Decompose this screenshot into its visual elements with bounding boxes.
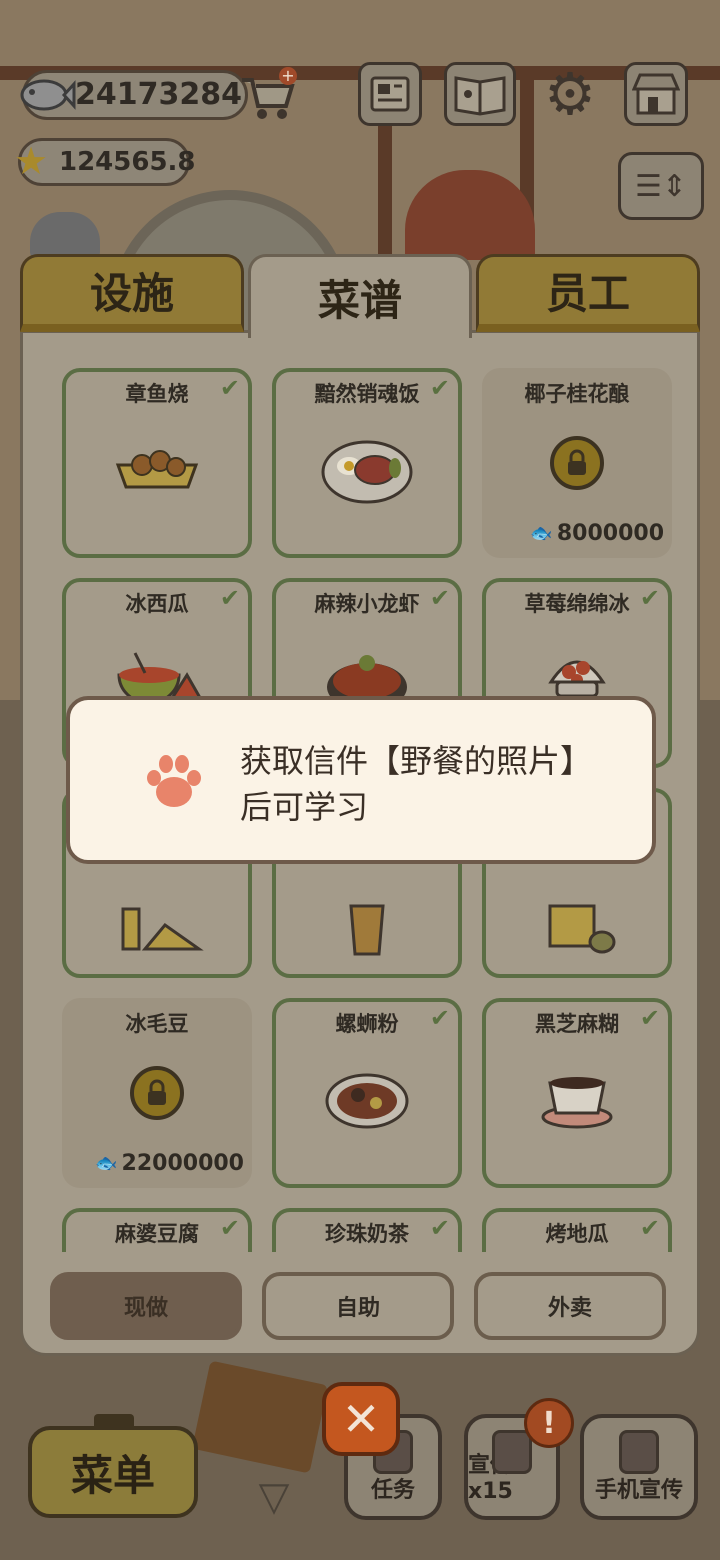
tab-dine-in[interactable]: 现做 <box>50 1272 242 1340</box>
cat-album-button[interactable] <box>444 62 516 126</box>
price-value: 22000000 <box>121 1151 244 1176</box>
paw-icon <box>140 750 204 814</box>
recipe-name: 冰毛豆 <box>125 1012 189 1036</box>
fish-coin-icon: 🐟 <box>530 523 553 544</box>
phone-promo-label: 手机宣传 <box>594 1478 683 1503</box>
learned-check-icon: ✔ <box>429 584 450 612</box>
learned-check-icon: ✔ <box>219 584 240 612</box>
learned-check-icon: ✔ <box>429 374 450 402</box>
learned-check-icon: ✔ <box>639 1004 660 1032</box>
learned-check-icon: ✔ <box>429 1004 450 1032</box>
recipe-card[interactable]: 烤地瓜 ✔ <box>482 1208 672 1252</box>
sesame-paste-icon <box>522 1058 632 1142</box>
phone-promote-button[interactable]: 手机宣传 <box>580 1414 698 1520</box>
newspaper-icon <box>370 76 410 112</box>
takoyaki-icon <box>102 428 212 512</box>
sort-toggle-button[interactable]: ☰⇕ <box>618 152 704 220</box>
task-label: 任务 <box>370 1478 415 1503</box>
popup-line-1: 获取信件【野餐的照片】 <box>240 742 593 780</box>
recipe-card[interactable]: 章鱼烧 ✔ <box>62 368 252 558</box>
settings-gear-icon[interactable]: ⚙ <box>538 60 602 128</box>
luosifen-icon <box>312 1058 422 1142</box>
storefront-icon <box>632 73 680 115</box>
shop-cart-button[interactable]: + <box>238 66 300 124</box>
recipe-card-locked[interactable]: 冰毛豆 🐟 22000000 <box>62 998 252 1188</box>
paw-book-icon <box>454 76 506 116</box>
price-value: 8000000 <box>556 521 664 546</box>
recipe-card[interactable]: 螺蛳粉 ✔ <box>272 998 462 1188</box>
recipe-card[interactable]: 黑芝麻糊 ✔ <box>482 998 672 1188</box>
tab-self-service[interactable]: 自助 <box>262 1272 454 1340</box>
drink-icon <box>312 888 422 972</box>
recipe-name: 椰子桂花酿 <box>524 382 630 406</box>
tab-staff[interactable]: 员工 <box>476 254 700 332</box>
char-siu-rice-icon <box>312 428 422 512</box>
recipe-card[interactable]: 珍珠奶茶 ✔ <box>272 1208 462 1252</box>
fish-coin-icon: 🐟 <box>95 1153 118 1174</box>
learned-check-icon: ✔ <box>429 1214 450 1242</box>
padlock-icon <box>130 1066 184 1120</box>
close-icon[interactable]: ✕ <box>322 1382 400 1456</box>
unlock-price: 🐟 8000000 <box>530 521 664 546</box>
unlock-hint-popup[interactable]: 获取信件【野餐的照片】 后可学习 <box>66 696 656 864</box>
phone-icon <box>619 1430 659 1474</box>
noodle-icon <box>522 888 632 972</box>
alert-badge: ! <box>524 1398 574 1448</box>
promo-flyer-icon <box>492 1430 532 1474</box>
learned-check-icon: ✔ <box>219 374 240 402</box>
popup-message: 获取信件【野餐的照片】 后可学习 <box>240 738 640 830</box>
star-icon: ★ <box>13 139 49 183</box>
svg-text:+: + <box>281 66 294 85</box>
tab-recipes[interactable]: 菜谱 <box>248 254 472 338</box>
padlock-icon <box>550 436 604 490</box>
tab-facilities[interactable]: 设施 <box>20 254 244 332</box>
newspaper-button[interactable] <box>358 62 422 126</box>
store-button[interactable] <box>624 62 688 126</box>
recipe-card-locked[interactable]: 椰子桂花酿 🐟 8000000 <box>482 368 672 558</box>
unlock-price: 🐟 22000000 <box>95 1151 244 1176</box>
tab-delivery[interactable]: 外卖 <box>474 1272 666 1340</box>
sort-icon: ☰⇕ <box>634 168 688 204</box>
service-mode-tabs: 现做 自助 外卖 <box>50 1272 670 1342</box>
recipe-card[interactable]: 麻婆豆腐 ✔ <box>62 1208 252 1252</box>
fish-coin-icon <box>14 72 76 118</box>
cake-icon <box>102 888 212 972</box>
learned-check-icon: ✔ <box>219 1214 240 1242</box>
recipe-card[interactable]: 黯然销魂饭 ✔ <box>272 368 462 558</box>
chevron-down-icon[interactable]: ▽ <box>246 1474 302 1520</box>
learned-check-icon: ✔ <box>639 584 660 612</box>
popup-line-2: 后可学习 <box>240 788 369 826</box>
menu-button[interactable]: 菜单 <box>28 1426 198 1518</box>
learned-check-icon: ✔ <box>639 1214 660 1242</box>
